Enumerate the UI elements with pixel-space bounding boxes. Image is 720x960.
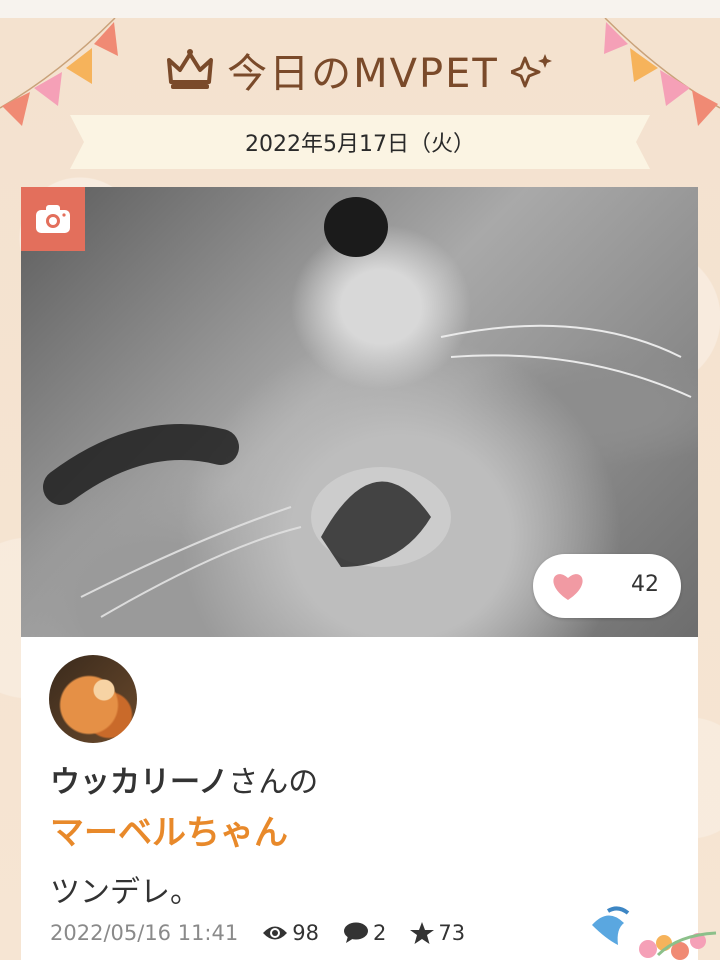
comments-count: 2 xyxy=(372,921,387,945)
views-count: 98 xyxy=(292,921,319,945)
camera-badge[interactable] xyxy=(21,187,85,251)
like-button[interactable]: 42 xyxy=(533,554,681,618)
crown-icon xyxy=(167,49,214,89)
owner-suffix: さんの xyxy=(228,765,319,800)
post-caption: ツンデレ。 xyxy=(50,875,200,910)
page-title: 今日のMVPET xyxy=(0,40,720,100)
comments-stat: 2 xyxy=(343,921,386,945)
title-text: 今日のMVPET xyxy=(227,51,499,97)
like-count: 42 xyxy=(631,572,659,597)
mvp-card[interactable]: 42 ウッカリーノさんの マーベルちゃん ツンデレ。 2022/05/16 11… xyxy=(21,187,698,960)
pet-photo[interactable]: 42 xyxy=(21,187,698,637)
date-ribbon: 2022年5月17日（火） xyxy=(70,115,650,169)
star-icon xyxy=(410,922,435,944)
eye-icon xyxy=(263,926,288,940)
post-meta: 2022/05/16 11:41 98 2 73 xyxy=(50,917,465,949)
post-timestamp: 2022/05/16 11:41 xyxy=(50,921,239,945)
pet-name[interactable]: マーベルちゃん xyxy=(50,805,288,854)
heart-icon xyxy=(553,574,583,600)
favorites-count: 73 xyxy=(438,921,466,945)
sparkle-icon xyxy=(510,54,552,88)
owner-line: ウッカリーノさんの xyxy=(50,757,318,801)
views-stat: 98 xyxy=(262,921,319,945)
status-strip xyxy=(0,0,720,18)
owner-avatar[interactable] xyxy=(49,655,137,743)
post-date: 2022年5月17日（火） xyxy=(245,132,475,157)
camera-icon xyxy=(36,205,70,233)
favorites-stat: 73 xyxy=(410,921,465,945)
bird-decoration xyxy=(592,906,717,960)
comment-icon xyxy=(343,922,368,943)
owner-name[interactable]: ウッカリーノ xyxy=(50,765,228,800)
